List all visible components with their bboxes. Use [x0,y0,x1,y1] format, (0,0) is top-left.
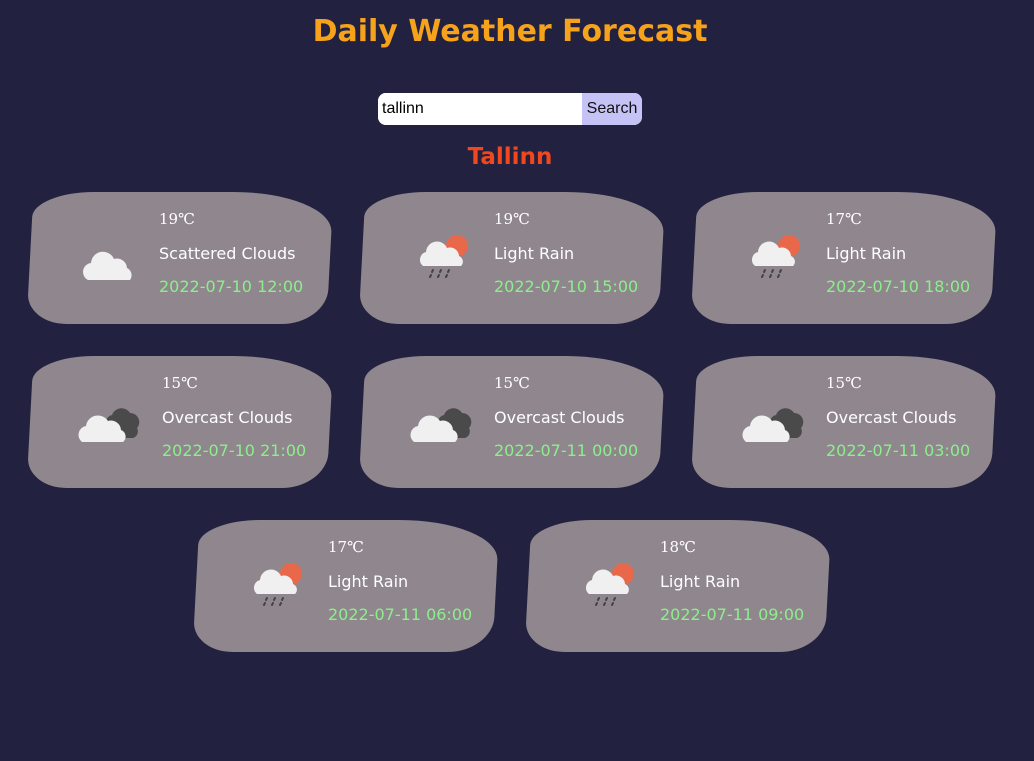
page-title: Daily Weather Forecast [312,14,708,49]
forecast-time: 2022-07-11 00:00 [494,441,639,460]
search-input[interactable] [378,93,582,125]
overcast-clouds-icon [742,400,804,446]
forecast-time: 2022-07-10 12:00 [159,277,304,296]
city-name: Tallinn [467,144,553,170]
forecast-description: Scattered Clouds [159,244,296,263]
forecast-time: 2022-07-10 21:00 [162,441,307,460]
light-rain-icon [583,560,645,606]
forecast-card-3: 17℃ Light Rain 2022-07-10 18:00 [690,192,998,324]
light-rain-icon [417,232,479,278]
overcast-clouds-icon [78,400,140,446]
weather-page: Daily Weather Forecast Search Tallinn 19… [0,0,1034,761]
forecast-description: Overcast Clouds [494,408,625,427]
forecast-card-8: 18℃ Light Rain 2022-07-11 09:00 [524,520,832,652]
forecast-temp: 18℃ [660,538,696,556]
forecast-card-2: 19℃ Light Rain 2022-07-10 15:00 [358,192,666,324]
forecast-description: Overcast Clouds [162,408,293,427]
forecast-card-4: 15℃ Overcast Clouds 2022-07-10 21:00 [26,356,334,488]
forecast-time: 2022-07-11 06:00 [328,605,473,624]
forecast-description: Light Rain [328,572,409,591]
forecast-time: 2022-07-10 15:00 [494,277,639,296]
forecast-card-6: 15℃ Overcast Clouds 2022-07-11 03:00 [690,356,998,488]
forecast-time: 2022-07-11 09:00 [660,605,805,624]
forecast-temp: 19℃ [159,210,195,228]
forecast-temp: 19℃ [494,210,530,228]
forecast-temp: 17℃ [826,210,862,228]
forecast-time: 2022-07-11 03:00 [826,441,971,460]
forecast-temp: 15℃ [494,374,530,392]
forecast-description: Overcast Clouds [826,408,957,427]
forecast-temp: 17℃ [328,538,364,556]
search-form: Search [378,93,642,125]
forecast-temp: 15℃ [162,374,198,392]
overcast-clouds-icon [410,400,472,446]
forecast-description: Light Rain [660,572,741,591]
forecast-description: Light Rain [826,244,907,263]
light-rain-icon [251,560,313,606]
forecast-temp: 15℃ [826,374,862,392]
search-button[interactable]: Search [582,93,642,125]
scattered-clouds-icon [80,240,142,286]
forecast-time: 2022-07-10 18:00 [826,277,971,296]
forecast-card-7: 17℃ Light Rain 2022-07-11 06:00 [192,520,500,652]
forecast-card-5: 15℃ Overcast Clouds 2022-07-11 00:00 [358,356,666,488]
forecast-description: Light Rain [494,244,575,263]
light-rain-icon [749,232,811,278]
forecast-card-1: 19℃ Scattered Clouds 2022-07-10 12:00 [26,192,334,324]
